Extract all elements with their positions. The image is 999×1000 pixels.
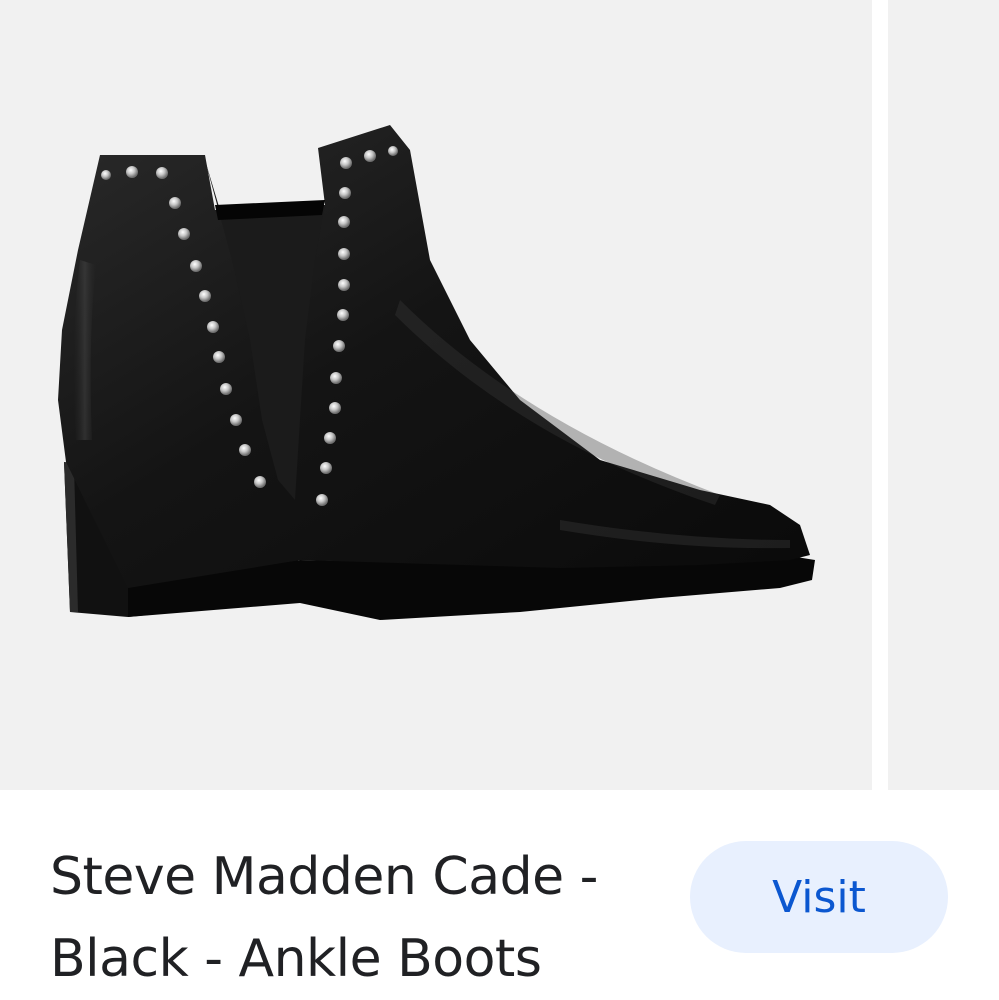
image-carousel[interactable]	[0, 0, 999, 790]
next-image-preview[interactable]	[888, 0, 999, 790]
visit-button[interactable]: Visit	[690, 841, 948, 953]
product-image[interactable]	[0, 0, 872, 790]
product-result-card: Steve Madden Cade - Black - Ankle Boots …	[0, 0, 999, 1000]
boot-illustration	[58, 125, 815, 620]
product-info: Steve Madden Cade - Black - Ankle Boots …	[0, 790, 999, 1000]
visit-button-label: Visit	[772, 871, 866, 923]
product-title[interactable]: Steve Madden Cade - Black - Ankle Boots	[50, 836, 670, 1000]
